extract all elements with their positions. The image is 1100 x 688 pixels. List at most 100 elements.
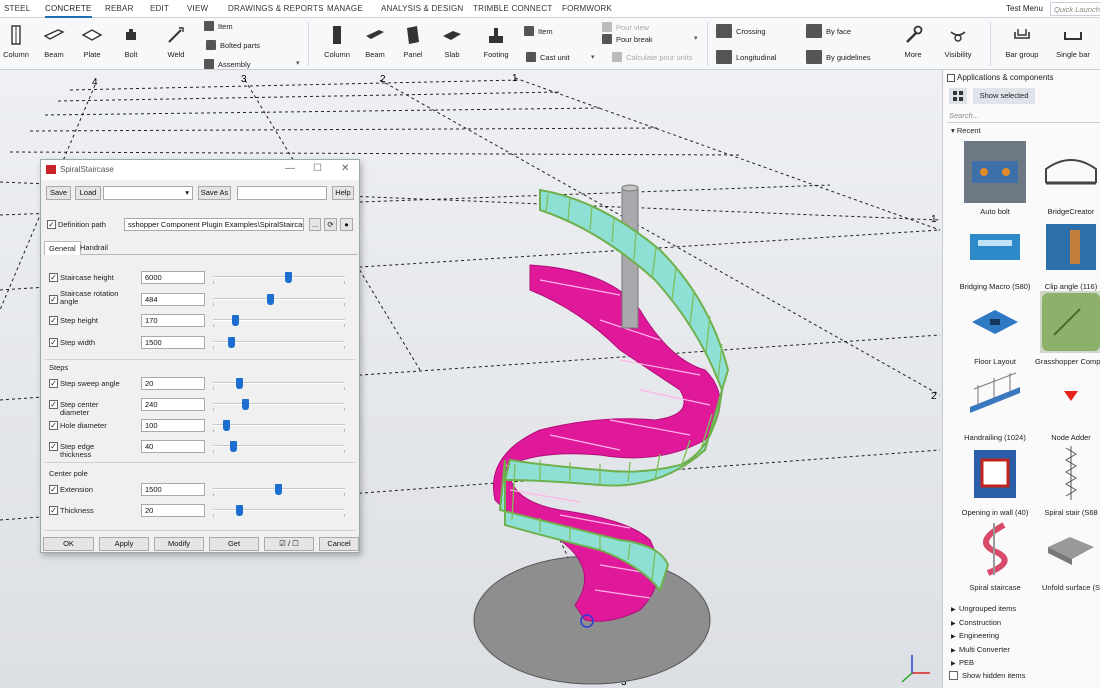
component-tile[interactable]: Auto bolt bbox=[959, 141, 1031, 216]
parameter-slider-track[interactable] bbox=[213, 382, 345, 384]
single-bar-button[interactable]: Single bar bbox=[1053, 24, 1093, 59]
grid-view-button[interactable] bbox=[949, 88, 967, 104]
component-tile[interactable]: Floor Layout bbox=[959, 291, 1031, 366]
test-menu[interactable]: Test Menu bbox=[1006, 4, 1043, 13]
component-tile[interactable]: BridgeCreator bbox=[1035, 141, 1100, 216]
minimize-icon[interactable]: — bbox=[285, 163, 295, 174]
longitudinal-button[interactable]: Longitudinal bbox=[716, 50, 776, 64]
parameter-value-input[interactable]: 170 bbox=[141, 314, 205, 327]
parameter-checkbox[interactable]: ✓ bbox=[49, 400, 58, 409]
load-button[interactable]: Load bbox=[75, 186, 101, 200]
pour-caret[interactable]: ▾ bbox=[694, 34, 698, 42]
parameter-value-input[interactable]: 100 bbox=[141, 419, 205, 432]
bolt-button[interactable]: Bolt bbox=[111, 24, 151, 59]
open-grasshopper-button[interactable]: ● bbox=[340, 218, 353, 231]
cast-unit-caret[interactable]: ▾ bbox=[591, 53, 595, 61]
tab-analysis-design[interactable]: ANALYSIS & DESIGN bbox=[381, 4, 463, 13]
crossing-button[interactable]: Crossing bbox=[716, 24, 766, 38]
calculate-pour-units-button[interactable]: Calculate pour units bbox=[612, 52, 692, 62]
parameter-value-input[interactable]: 1500 bbox=[141, 335, 205, 349]
parameter-value-input[interactable]: 1500 bbox=[141, 483, 205, 496]
parameter-slider-thumb[interactable] bbox=[274, 484, 282, 495]
concrete-column-button[interactable]: Column bbox=[317, 24, 357, 59]
tree-group[interactable]: ▶ Engineering bbox=[951, 631, 999, 640]
modify-button[interactable]: Modify bbox=[154, 537, 204, 551]
tab-steel[interactable]: STEEL bbox=[4, 4, 30, 13]
parameter-slider-thumb[interactable] bbox=[266, 293, 274, 305]
parameter-checkbox[interactable]: ✓ bbox=[49, 273, 58, 282]
steel-plate-button[interactable]: Plate bbox=[72, 24, 112, 59]
tab-handrail[interactable]: Handrail bbox=[76, 241, 112, 254]
ok-button[interactable]: OK bbox=[43, 537, 94, 551]
steel-beam-button[interactable]: Beam bbox=[34, 24, 74, 59]
show-hidden-checkbox[interactable] bbox=[949, 671, 958, 680]
panel-button[interactable]: Panel bbox=[393, 24, 433, 59]
definition-path-checkbox[interactable]: ✓ bbox=[47, 220, 56, 229]
parameter-slider-thumb[interactable] bbox=[241, 399, 249, 410]
parameter-slider-thumb[interactable] bbox=[236, 505, 244, 516]
slab-button[interactable]: Slab bbox=[432, 24, 472, 59]
component-tile[interactable]: Bridging Macro (S80) bbox=[959, 216, 1031, 291]
parameter-value-input[interactable]: 40 bbox=[141, 440, 205, 453]
parameter-slider-thumb[interactable] bbox=[229, 441, 237, 452]
parameter-checkbox[interactable]: ✓ bbox=[49, 294, 58, 304]
refresh-button[interactable]: ⟳ bbox=[324, 218, 337, 231]
parameter-value-input[interactable]: 484 bbox=[141, 292, 205, 306]
parameter-checkbox[interactable]: ✓ bbox=[49, 379, 58, 388]
steel-dropdown-caret[interactable]: ▾ bbox=[296, 59, 300, 67]
parameter-slider-track[interactable] bbox=[213, 297, 345, 300]
parameter-value-input[interactable]: 240 bbox=[141, 398, 205, 411]
quick-launch-input[interactable]: Quick Launch bbox=[1050, 2, 1100, 16]
component-tile[interactable]: Opening in wall (40) bbox=[959, 442, 1031, 517]
bolted-parts-button[interactable]: Bolted parts bbox=[206, 40, 260, 50]
tab-drawings-reports[interactable]: DRAWINGS & REPORTS bbox=[228, 4, 324, 13]
tree-group[interactable]: ▶ Construction bbox=[951, 618, 1001, 627]
parameter-checkbox[interactable]: ✓ bbox=[49, 442, 58, 451]
parameter-slider-thumb[interactable] bbox=[223, 420, 231, 431]
definition-path-input[interactable]: sshopper Component Plugin Examples\Spira… bbox=[124, 218, 304, 231]
show-selected-button[interactable]: Show selected bbox=[973, 88, 1035, 104]
cast-unit-button[interactable]: Cast unit bbox=[526, 52, 570, 62]
browse-button[interactable]: ... bbox=[309, 218, 321, 231]
weld-button[interactable]: Weld bbox=[156, 24, 196, 59]
concrete-beam-button[interactable]: Beam bbox=[355, 24, 395, 59]
tab-formwork[interactable]: FORMWORK bbox=[562, 4, 612, 13]
parameter-value-input[interactable]: 20 bbox=[141, 377, 205, 390]
tab-manage[interactable]: MANAGE bbox=[327, 4, 363, 13]
parameter-slider-track[interactable] bbox=[213, 403, 345, 405]
toggle-all-button[interactable]: ☑ / ☐ bbox=[264, 537, 314, 551]
parameter-slider-thumb[interactable] bbox=[232, 315, 240, 326]
tree-group[interactable]: ▶ PEB bbox=[951, 658, 974, 667]
help-button[interactable]: Help bbox=[332, 186, 354, 200]
parameter-slider-thumb[interactable] bbox=[285, 272, 293, 283]
get-button[interactable]: Get bbox=[209, 537, 259, 551]
parameter-checkbox[interactable]: ✓ bbox=[49, 506, 58, 515]
tab-view[interactable]: VIEW bbox=[187, 4, 208, 13]
maximize-icon[interactable]: ☐ bbox=[313, 163, 322, 174]
by-face-button[interactable]: By face bbox=[806, 24, 851, 38]
pour-break-button[interactable]: Pour break bbox=[602, 34, 653, 44]
cancel-button[interactable]: Cancel bbox=[319, 537, 359, 551]
tab-edit[interactable]: EDIT bbox=[150, 4, 169, 13]
bar-group-button[interactable]: Bar group bbox=[1002, 24, 1042, 59]
tab-trimble-connect[interactable]: TRIMBLE CONNECT bbox=[473, 4, 552, 13]
tab-concrete[interactable]: CONCRETE bbox=[45, 4, 92, 18]
save-as-name-input[interactable] bbox=[237, 186, 327, 200]
steel-column-button[interactable]: Column bbox=[0, 24, 36, 59]
preset-select[interactable]: ▾ bbox=[103, 186, 193, 200]
parameter-slider-track[interactable] bbox=[213, 509, 345, 511]
assembly-button[interactable]: Assembly bbox=[204, 59, 251, 69]
show-hidden-items[interactable]: Show hidden items bbox=[949, 671, 1025, 680]
component-tile[interactable]: Grasshopper Component bbox=[1035, 291, 1100, 366]
parameter-checkbox[interactable]: ✓ bbox=[49, 485, 58, 494]
footing-button[interactable]: Footing bbox=[476, 24, 516, 59]
pour-view-button[interactable]: Pour view bbox=[602, 22, 649, 32]
parameter-checkbox[interactable]: ✓ bbox=[49, 337, 58, 347]
parameter-slider-thumb[interactable] bbox=[236, 378, 244, 389]
concrete-item-button[interactable]: Item bbox=[524, 26, 553, 36]
recent-group[interactable]: ▾ Recent bbox=[951, 126, 981, 135]
save-as-button[interactable]: Save As bbox=[198, 186, 231, 200]
tree-group[interactable]: ▶ Multi Converter bbox=[951, 645, 1010, 654]
apply-button[interactable]: Apply bbox=[99, 537, 149, 551]
component-tile[interactable]: Spiral stair (S68 bbox=[1035, 442, 1100, 517]
